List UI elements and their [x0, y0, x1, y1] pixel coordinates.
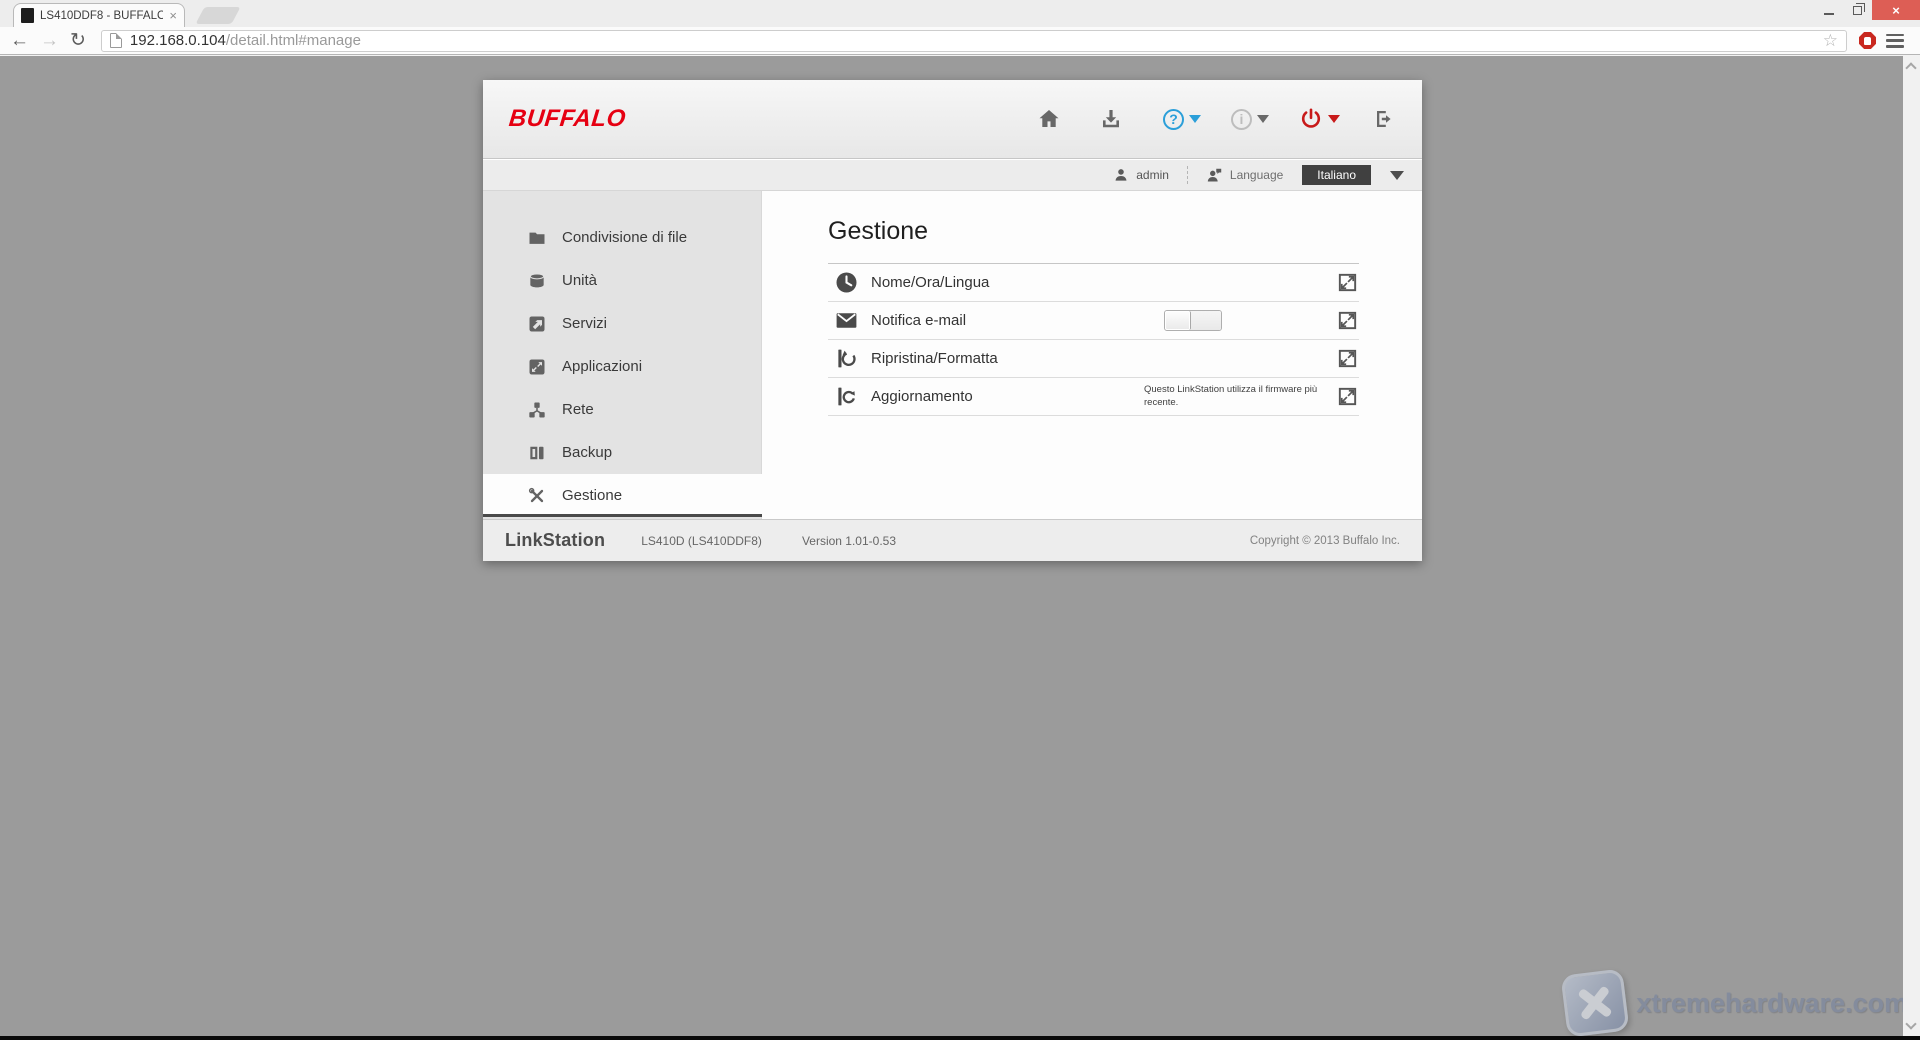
buffalo-logo: BUFFALO	[508, 105, 628, 133]
url-path: /detail.html#manage	[226, 32, 361, 49]
backup-icon	[527, 443, 547, 463]
browser-tab[interactable]: LS410DDF8 - BUFFALO Lin ×	[13, 3, 185, 27]
page-icon	[110, 33, 122, 48]
page-scrollbar[interactable]	[1903, 56, 1920, 1036]
open-settings-icon[interactable]	[1336, 385, 1359, 408]
tab-strip: LS410DDF8 - BUFFALO Lin × ×	[0, 0, 1920, 27]
open-settings-icon[interactable]	[1336, 347, 1359, 370]
url-host: 192.168.0.104	[130, 32, 226, 49]
refresh-button[interactable]: ↻	[70, 31, 86, 50]
logout-button[interactable]	[1372, 107, 1396, 131]
power-icon	[1299, 107, 1323, 131]
forward-button[interactable]: →	[40, 31, 59, 50]
header-icons: ? i	[1037, 107, 1396, 131]
row-nome-ora-lingua[interactable]: Nome/Ora/Lingua	[828, 264, 1359, 302]
tab-close-icon[interactable]: ×	[169, 9, 177, 22]
email-notification-toggle[interactable]	[1164, 310, 1222, 331]
drive-icon	[527, 271, 547, 291]
tab-title: LS410DDF8 - BUFFALO Lin	[40, 10, 163, 22]
sidebar-item-unita[interactable]: Unità	[483, 259, 761, 302]
user-icon	[1113, 167, 1129, 183]
tools-icon	[527, 486, 547, 506]
language-caret-icon[interactable]	[1390, 171, 1404, 180]
url-bar[interactable]: 192.168.0.104/detail.html#manage ☆	[101, 30, 1847, 52]
download-icon	[1099, 107, 1123, 131]
linkstation-panel: BUFFALO ? i	[483, 80, 1422, 561]
sidebar-item-applicazioni[interactable]: Applicazioni	[483, 345, 761, 388]
mail-icon	[834, 308, 859, 333]
logout-icon	[1372, 107, 1396, 131]
watermark-text: xtremehardware.com	[1636, 988, 1908, 1019]
help-icon: ?	[1163, 109, 1184, 130]
open-settings-icon[interactable]	[1336, 271, 1359, 294]
tab-favicon-icon	[21, 8, 34, 23]
row-ripristina-formatta[interactable]: Ripristina/Formatta	[828, 340, 1359, 378]
browser-toolbar: ← → ↻ 192.168.0.104/detail.html#manage ☆	[0, 27, 1920, 55]
sidebar: Condivisione di file Unità Servizi Appli…	[483, 191, 762, 519]
folder-icon	[527, 228, 547, 248]
toggle-knob	[1165, 311, 1191, 330]
watermark: xtremehardware.com	[1564, 972, 1908, 1034]
help-button[interactable]: ?	[1163, 109, 1201, 130]
row-notifica-email[interactable]: Notifica e-mail	[828, 302, 1359, 340]
settings-list: Nome/Ora/Lingua Notifica e-mail	[828, 263, 1359, 416]
extension-stop-icon[interactable]	[1859, 32, 1876, 49]
update-icon	[834, 384, 859, 409]
device-model: LS410D (LS410DDF8)	[641, 534, 762, 548]
browser-chrome: LS410DDF8 - BUFFALO Lin × × ← → ↻ 192.16…	[0, 0, 1920, 56]
firmware-version: Version 1.01-0.53	[802, 534, 896, 548]
browser-menu-icon[interactable]	[1886, 34, 1904, 48]
sidebar-item-servizi[interactable]: Servizi	[483, 302, 761, 345]
home-button[interactable]	[1037, 107, 1061, 131]
back-button[interactable]: ←	[10, 31, 29, 50]
services-icon	[527, 314, 547, 334]
username: admin	[1136, 168, 1169, 182]
apps-icon	[527, 357, 547, 377]
minimize-button[interactable]	[1814, 0, 1843, 20]
xtremehardware-logo-icon	[1561, 968, 1630, 1037]
scroll-down-icon[interactable]	[1905, 1018, 1916, 1029]
language-section: Language Italiano	[1206, 165, 1404, 185]
panel-footer: LinkStation LS410D (LS410DDF8) Version 1…	[483, 519, 1422, 561]
language-label: Language	[1230, 168, 1283, 182]
scroll-up-icon[interactable]	[1905, 62, 1916, 73]
network-icon	[527, 400, 547, 420]
maximize-button[interactable]	[1843, 0, 1872, 20]
new-tab-button[interactable]	[195, 7, 240, 24]
screen: LS410DDF8 - BUFFALO Lin × × ← → ↻ 192.16…	[0, 0, 1920, 1040]
window-controls: ×	[1814, 0, 1920, 20]
language-value-button[interactable]: Italiano	[1302, 165, 1371, 185]
panel-body: Condivisione di file Unità Servizi Appli…	[483, 191, 1422, 519]
power-button[interactable]	[1299, 107, 1340, 131]
info-caret-icon	[1257, 115, 1269, 123]
clock-icon	[834, 270, 859, 295]
row-aggiornamento[interactable]: Aggiornamento Questo LinkStation utilizz…	[828, 378, 1359, 416]
copyright: Copyright © 2013 Buffalo Inc.	[1250, 535, 1400, 547]
main-content: Gestione Nome/Ora/Lingua Notifica e-mail	[762, 191, 1422, 519]
panel-header: BUFFALO ? i	[483, 80, 1422, 159]
bottom-edge	[0, 1036, 1920, 1040]
sidebar-item-backup[interactable]: Backup	[483, 431, 761, 474]
sidebar-item-gestione[interactable]: Gestione	[483, 474, 762, 517]
home-icon	[1037, 107, 1061, 131]
page-title: Gestione	[828, 217, 1359, 246]
bookmark-star-icon[interactable]: ☆	[1823, 32, 1838, 49]
language-icon	[1206, 167, 1223, 184]
power-caret-icon	[1328, 115, 1340, 123]
info-icon: i	[1231, 109, 1252, 130]
user-bar: admin Language Italiano	[483, 160, 1422, 191]
user-info: admin	[1113, 167, 1169, 183]
restore-icon	[834, 346, 859, 371]
linkstation-logo: LinkStation	[505, 530, 605, 551]
firmware-note: Questo LinkStation utilizza il firmware …	[1144, 384, 1332, 409]
sidebar-item-rete[interactable]: Rete	[483, 388, 761, 431]
open-settings-icon[interactable]	[1336, 309, 1359, 332]
download-button[interactable]	[1099, 107, 1123, 131]
divider	[1187, 166, 1188, 184]
help-caret-icon	[1189, 115, 1201, 123]
sidebar-item-condivisione-di-file[interactable]: Condivisione di file	[483, 216, 761, 259]
info-button[interactable]: i	[1231, 109, 1269, 130]
close-button[interactable]: ×	[1872, 0, 1920, 20]
